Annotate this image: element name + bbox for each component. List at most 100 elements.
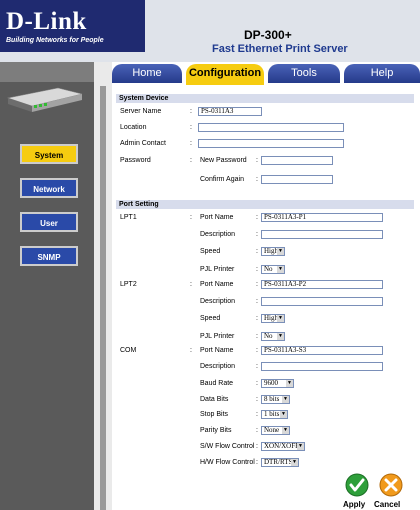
colon: : xyxy=(256,231,258,238)
com-label: COM xyxy=(120,347,137,354)
com-hw-flow-select[interactable]: DTR/RTS ▼ xyxy=(261,458,299,467)
lpt2-description-input[interactable] xyxy=(261,297,383,306)
admin-contact-input[interactable] xyxy=(198,139,344,148)
com-data-bits-value: 8 bits xyxy=(264,395,280,403)
sidebar-item-snmp[interactable]: SNMP xyxy=(20,246,78,266)
chevron-down-icon: ▼ xyxy=(297,443,304,450)
lpt1-description-input[interactable] xyxy=(261,230,383,239)
tab-configuration[interactable]: Configuration xyxy=(186,64,264,85)
lpt1-port-name-input[interactable]: PS-0311A3-P1 xyxy=(261,213,383,222)
com-sw-flow-label: S/W Flow Control xyxy=(200,443,255,450)
colon: : xyxy=(256,347,258,354)
com-sw-flow-value: XON/XOFF xyxy=(264,442,300,450)
colon: : xyxy=(256,427,258,434)
com-port-name-input[interactable]: PS-0311A3-S3 xyxy=(261,346,383,355)
server-name-label: Server Name xyxy=(120,108,162,115)
colon: : xyxy=(256,214,258,221)
com-description-input[interactable] xyxy=(261,362,383,371)
sidebar-item-network[interactable]: Network xyxy=(20,178,78,198)
colon: : xyxy=(256,396,258,403)
brand-logo: D-Link xyxy=(6,8,87,35)
colon: : xyxy=(190,140,192,147)
com-baud-label: Baud Rate xyxy=(200,380,234,387)
com-baud-select[interactable]: 9600 ▼ xyxy=(261,379,294,388)
lpt1-description-label: Description xyxy=(200,231,236,238)
lpt1-speed-select[interactable]: High ▼ xyxy=(261,247,285,256)
tab-home[interactable]: Home xyxy=(112,64,182,83)
lpt1-port-name-label: Port Name xyxy=(200,214,234,221)
chevron-down-icon: ▼ xyxy=(277,333,284,340)
com-data-bits-select[interactable]: 8 bits ▼ xyxy=(261,395,290,404)
location-label: Location xyxy=(120,124,147,131)
content-border xyxy=(100,86,106,510)
sidebar-top-band xyxy=(0,62,94,82)
com-parity-label: Parity Bits xyxy=(200,427,232,434)
cancel-button[interactable]: Cancel xyxy=(374,500,400,509)
chevron-down-icon: ▼ xyxy=(286,380,293,387)
colon: : xyxy=(256,176,258,183)
apply-icon[interactable] xyxy=(345,473,369,497)
com-sw-flow-select[interactable]: XON/XOFF ▼ xyxy=(261,442,305,451)
brand-tagline: Building Networks for People xyxy=(6,37,104,44)
server-name-input[interactable]: PS-0311A3 xyxy=(198,107,262,116)
com-stop-bits-value: 1 bits xyxy=(264,410,280,418)
colon: : xyxy=(190,214,192,221)
section-port-setting: Port Setting xyxy=(116,200,414,209)
com-hw-flow-label: H/W Flow Control xyxy=(200,459,255,466)
com-parity-select[interactable]: None ▼ xyxy=(261,426,290,435)
lpt1-label: LPT1 xyxy=(120,214,137,221)
lpt2-speed-select[interactable]: High ▼ xyxy=(261,314,285,323)
apply-button[interactable]: Apply xyxy=(343,500,365,509)
colon: : xyxy=(256,157,258,164)
sidebar: System Network User SNMP xyxy=(0,62,94,510)
colon: : xyxy=(256,315,258,322)
lpt1-speed-value: High xyxy=(264,247,278,255)
section-system-device: System Device xyxy=(116,94,414,103)
chevron-down-icon: ▼ xyxy=(277,315,284,322)
header: D-Link Building Networks for People DP-3… xyxy=(0,0,420,62)
colon: : xyxy=(256,443,258,450)
com-port-name-label: Port Name xyxy=(200,347,234,354)
colon: : xyxy=(256,266,258,273)
lpt2-description-label: Description xyxy=(200,298,236,305)
chevron-down-icon: ▼ xyxy=(282,427,289,434)
confirm-again-label: Confirm Again xyxy=(200,176,244,183)
lpt1-pjl-label: PJL Printer xyxy=(200,266,235,273)
new-password-input[interactable] xyxy=(261,156,333,165)
confirm-password-input[interactable] xyxy=(261,175,333,184)
lpt2-label: LPT2 xyxy=(120,281,137,288)
colon: : xyxy=(256,380,258,387)
product-name: Fast Ethernet Print Server xyxy=(212,43,348,55)
model-name: DP-300+ xyxy=(244,28,292,42)
colon: : xyxy=(256,459,258,466)
com-data-bits-label: Data Bits xyxy=(200,396,229,403)
lpt1-pjl-value: No xyxy=(264,265,273,273)
cancel-icon[interactable] xyxy=(379,473,403,497)
colon: : xyxy=(256,411,258,418)
lpt2-pjl-label: PJL Printer xyxy=(200,333,235,340)
lpt1-pjl-select[interactable]: No ▼ xyxy=(261,265,285,274)
colon: : xyxy=(256,363,258,370)
lpt1-speed-label: Speed xyxy=(200,248,221,255)
colon: : xyxy=(190,124,192,131)
lpt2-port-name-input[interactable]: PS-0311A3-P2 xyxy=(261,280,383,289)
location-input[interactable] xyxy=(198,123,344,132)
tab-tools[interactable]: Tools xyxy=(268,64,340,83)
lpt2-pjl-select[interactable]: No ▼ xyxy=(261,332,285,341)
sidebar-item-system[interactable]: System xyxy=(20,144,78,164)
colon: : xyxy=(256,248,258,255)
colon: : xyxy=(190,157,192,164)
lpt2-speed-value: High xyxy=(264,314,278,322)
colon: : xyxy=(256,333,258,340)
com-hw-flow-value: DTR/RTS xyxy=(264,458,293,466)
tab-bar: Home Configuration Tools Help xyxy=(112,64,420,85)
print-server-device-icon xyxy=(6,87,83,112)
chevron-down-icon: ▼ xyxy=(291,459,298,466)
tab-help[interactable]: Help xyxy=(344,64,420,83)
sidebar-item-user[interactable]: User xyxy=(20,212,78,232)
com-stop-bits-select[interactable]: 1 bits ▼ xyxy=(261,410,288,419)
password-label: Password xyxy=(120,157,151,164)
colon: : xyxy=(256,298,258,305)
lpt2-speed-label: Speed xyxy=(200,315,221,322)
com-parity-value: None xyxy=(264,426,280,434)
